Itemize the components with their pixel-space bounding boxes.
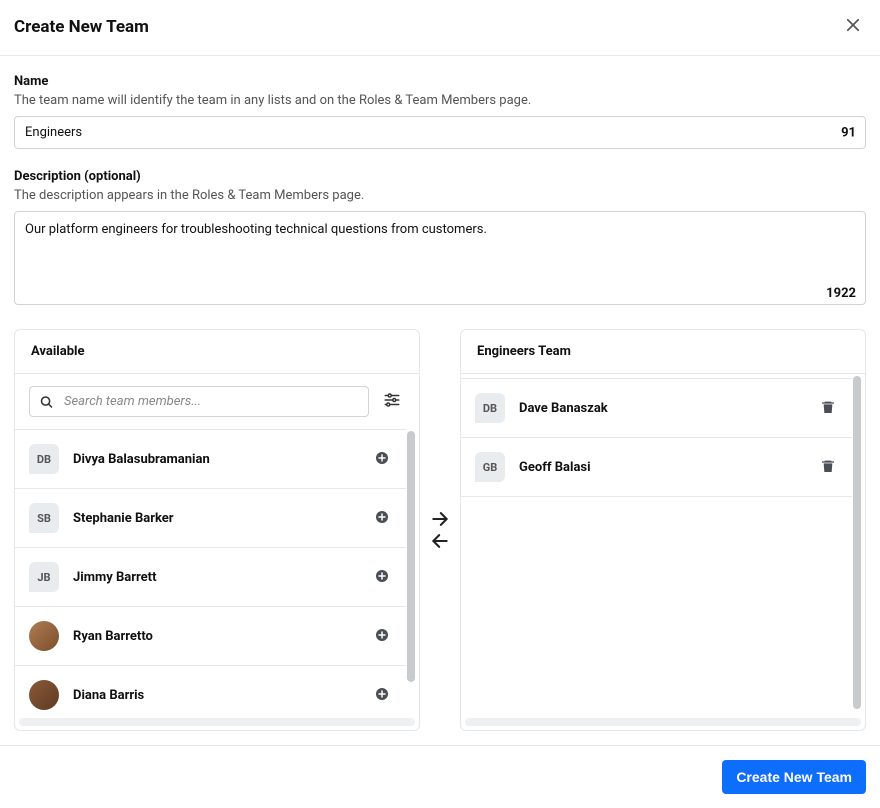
name-label: Name <box>14 74 866 89</box>
description-char-count: 1922 <box>826 286 856 301</box>
avatar-initials: JB <box>29 562 59 592</box>
search-icon <box>39 394 54 409</box>
team-scrollbar[interactable] <box>852 376 862 716</box>
add-member-button[interactable] <box>372 684 392 707</box>
name-help: The team name will identify the team in … <box>14 93 866 108</box>
avatar-initials: GB <box>475 452 505 482</box>
member-name: Ryan Barretto <box>73 629 358 644</box>
available-row: DB Divya Balasubramanian <box>15 429 406 488</box>
name-input-wrapper: 91 <box>14 116 866 149</box>
name-input[interactable] <box>14 116 866 149</box>
name-char-count: 91 <box>841 125 856 140</box>
transfer-arrows <box>420 329 460 731</box>
create-team-button[interactable]: Create New Team <box>722 760 866 794</box>
trash-icon <box>820 458 836 474</box>
avatar-initials: DB <box>475 393 505 423</box>
team-list-wrapper: DB Dave Banaszak GB Geoff Balasi <box>461 374 865 718</box>
description-textarea-wrapper: 1922 <box>14 211 866 309</box>
filter-icon <box>383 391 401 409</box>
member-picker: Available DB Divya Balasubramanian SB Steph… <box>14 329 866 731</box>
modal-title: Create New Team <box>14 17 149 37</box>
member-name: Geoff Balasi <box>519 460 804 475</box>
arrow-right-icon <box>430 509 450 529</box>
avatar-initials: DB <box>29 444 59 474</box>
member-name: Stephanie Barker <box>73 511 358 526</box>
member-name: Jimmy Barrett <box>73 570 358 585</box>
available-row: Ryan Barretto <box>15 606 406 665</box>
add-member-button[interactable] <box>372 566 392 589</box>
arrow-left-icon <box>430 531 450 551</box>
available-panel: Available DB Divya Balasubramanian SB Steph… <box>14 329 420 731</box>
plus-circle-icon <box>374 509 390 525</box>
team-list[interactable]: DB Dave Banaszak GB Geoff Balasi <box>461 374 852 718</box>
team-panel: Engineers Team DB Dave Banaszak GB Geoff Ba… <box>460 329 866 731</box>
search-input[interactable] <box>29 386 369 417</box>
description-help: The description appears in the Roles & T… <box>14 188 866 203</box>
member-name: Divya Balasubramanian <box>73 452 358 467</box>
member-name: Diana Barris <box>73 688 358 703</box>
team-hscroll[interactable] <box>461 718 865 730</box>
team-row: GB Geoff Balasi <box>461 438 852 497</box>
trash-icon <box>820 399 836 415</box>
close-icon <box>844 16 862 34</box>
avatar-photo <box>29 621 59 651</box>
add-member-button[interactable] <box>372 625 392 648</box>
available-row: JB Jimmy Barrett <box>15 547 406 606</box>
avatar-photo <box>29 680 59 710</box>
name-field-block: Name The team name will identify the tea… <box>14 74 866 149</box>
modal-footer: Create New Team <box>0 745 880 808</box>
plus-circle-icon <box>374 568 390 584</box>
remove-member-button[interactable] <box>818 397 838 420</box>
available-list[interactable]: DB Divya Balasubramanian SB Stephanie Barke… <box>15 429 406 718</box>
filter-button[interactable] <box>379 387 405 416</box>
available-hscroll-track <box>19 718 415 726</box>
available-scrollbar-thumb[interactable] <box>407 431 415 682</box>
available-hscroll[interactable] <box>15 718 419 730</box>
plus-circle-icon <box>374 627 390 643</box>
available-scrollbar[interactable] <box>406 431 416 716</box>
remove-member-button[interactable] <box>818 456 838 479</box>
avatar-initials: SB <box>29 503 59 533</box>
plus-circle-icon <box>374 686 390 702</box>
team-row: DB Dave Banaszak <box>461 378 852 438</box>
modal-body: Name The team name will identify the tea… <box>0 56 880 731</box>
add-member-button[interactable] <box>372 507 392 530</box>
team-hscroll-track <box>465 718 861 726</box>
add-member-button[interactable] <box>372 448 392 471</box>
description-textarea[interactable] <box>14 211 866 305</box>
description-field-block: Description (optional) The description a… <box>14 169 866 309</box>
modal-header: Create New Team <box>0 0 880 56</box>
available-row: SB Stephanie Barker <box>15 488 406 547</box>
available-row: Diana Barris <box>15 665 406 718</box>
available-header: Available <box>15 330 419 374</box>
available-list-wrapper: DB Divya Balasubramanian SB Stephanie Barke… <box>15 429 419 718</box>
team-header: Engineers Team <box>461 330 865 374</box>
close-button[interactable] <box>840 12 866 41</box>
available-controls <box>15 374 419 429</box>
member-name: Dave Banaszak <box>519 401 804 416</box>
description-label: Description (optional) <box>14 169 866 184</box>
team-scrollbar-thumb[interactable] <box>853 376 861 709</box>
search-wrapper <box>29 386 369 417</box>
plus-circle-icon <box>374 450 390 466</box>
